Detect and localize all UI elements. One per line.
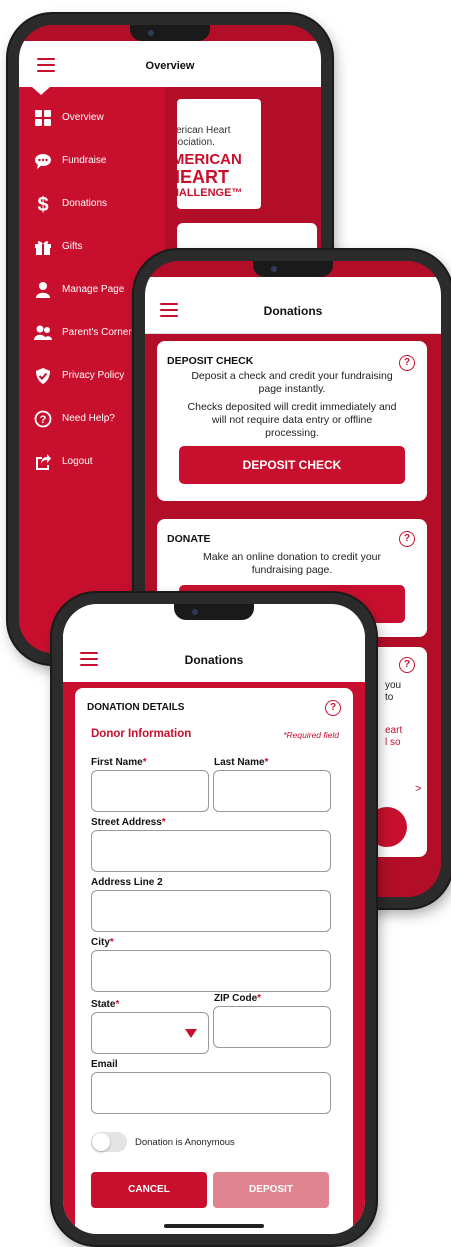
chat-icon [33,152,53,172]
form-header: Donations [63,620,365,683]
last-name-label: Last Name* [214,757,269,768]
street-address-label: Street Address* [91,817,166,828]
address-line-2-field[interactable] [91,890,331,932]
state-select[interactable] [91,1012,209,1054]
subsection-title: Donor Information [91,728,192,740]
card-title: DONATE [167,533,211,545]
partial-text: you [385,680,402,691]
notch [174,604,254,620]
zip-code-label: ZIP Code* [214,993,262,1004]
help-icon[interactable]: ? [399,531,415,547]
first-name-field[interactable] [91,770,209,812]
partial-link: l so [385,737,401,748]
menu-label: Overview [62,112,104,123]
menu-label: Fundraise [62,155,107,166]
dropdown-arrow-icon [185,1029,197,1038]
help-icon[interactable]: ? [399,657,415,673]
menu-label: Logout [62,456,93,467]
logo-text: American Heart [177,125,231,136]
overview-header: Overview [19,41,321,88]
zip-code-field[interactable] [213,1006,331,1048]
donations-header: Donations [145,277,441,334]
donation-details-card: DONATION DETAILS ? Donor Information *Re… [75,688,353,1234]
card-description: Make an online donation to credit your f… [202,551,382,576]
shield-check-icon [33,367,53,387]
menu-item-overview[interactable]: Overview [19,107,165,131]
dollar-icon: $ [37,194,49,216]
logo-text: HEART [177,167,229,187]
page-title: Donations [263,304,323,318]
logo-text: AMERICAN [177,151,242,168]
logout-icon [33,453,53,473]
phone-donation-form: Donations DONATION DETAILS ? Donor Infor… [52,593,376,1245]
donation-form-screen: Donations DONATION DETAILS ? Donor Infor… [63,604,365,1234]
menu-pointer [32,87,50,95]
help-icon[interactable]: ? [325,700,341,716]
grid-icon [33,109,53,129]
street-address-field[interactable] [91,830,331,872]
section-title: DONATION DETAILS [87,702,185,713]
email-label: Email [91,1059,118,1070]
partial-link: eart [385,725,403,736]
menu-label: Need Help? [62,413,115,424]
question-icon: ? [33,410,53,430]
address-line-2-label: Address Line 2 [91,877,163,888]
logo-text: Association. [177,137,215,148]
menu-item-gifts[interactable]: Gifts [19,236,165,260]
state-label: State* [91,999,120,1010]
card-description: Deposit a check and credit your fundrais… [191,370,393,395]
chevron-right-icon[interactable]: > [415,783,421,795]
toggle-knob [92,1133,110,1151]
gift-icon [33,238,53,258]
help-icon[interactable]: ? [399,355,415,371]
menu-label: Parent's Corner [62,327,132,338]
anonymous-toggle[interactable] [91,1132,127,1152]
logo-text: CHALLENGE™ [177,187,243,199]
partial-text: to [385,692,394,703]
people-icon [33,324,53,344]
notch [253,261,333,277]
notch [130,25,210,41]
deposit-check-button[interactable]: DEPOSIT CHECK [179,446,405,484]
aha-logo: American Heart Association. AMERICAN HEA… [177,99,261,209]
last-name-field[interactable] [213,770,331,812]
city-label: City* [91,937,114,948]
required-note: *Required field [283,730,339,740]
menu-item-fundraise[interactable]: Fundraise [19,150,165,174]
person-icon [33,281,53,301]
menu-label: Donations [62,198,108,209]
card-title: DEPOSIT CHECK [167,355,254,367]
anonymous-label: Donation is Anonymous [135,1137,235,1148]
home-indicator [164,1224,264,1228]
menu-label: Gifts [62,241,83,252]
first-name-label: First Name* [91,757,147,768]
deposit-button[interactable]: DEPOSIT [213,1172,329,1208]
cancel-button[interactable]: CANCEL [91,1172,207,1208]
card-note: Checks deposited will credit immediately… [187,401,397,439]
deposit-check-card: DEPOSIT CHECK ? Deposit a check and cred… [157,341,427,501]
svg-text:?: ? [40,414,47,426]
menu-label: Privacy Policy [62,370,125,381]
email-field[interactable] [91,1072,331,1114]
page-title: Overview [145,60,195,72]
city-field[interactable] [91,950,331,992]
menu-item-donations[interactable]: $ Donations [19,193,165,217]
page-title: Donations [184,653,244,667]
menu-label: Manage Page [62,284,125,295]
